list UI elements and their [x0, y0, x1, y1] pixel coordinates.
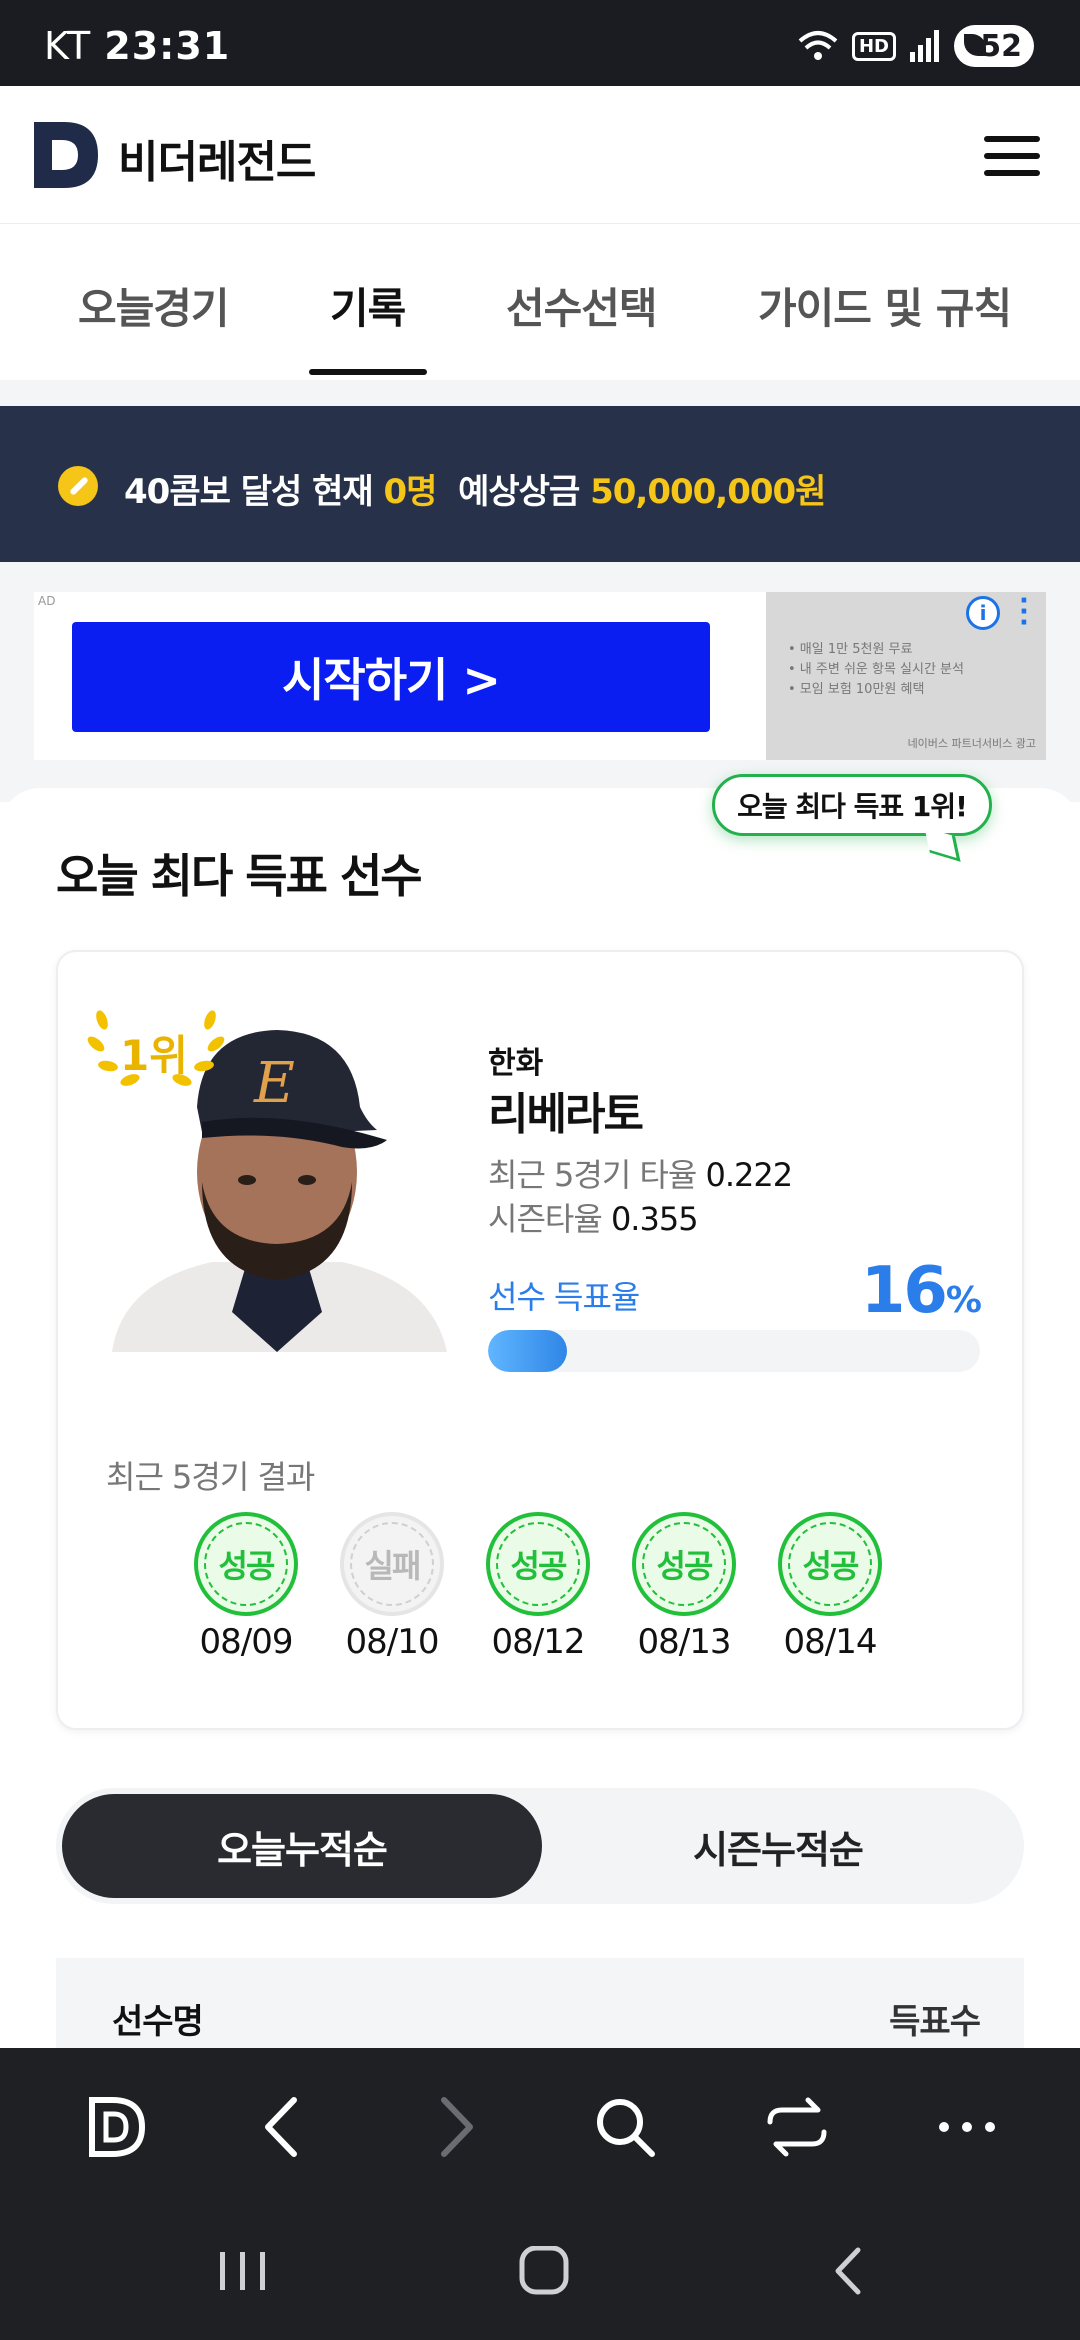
- season-avg-value: 0.355: [610, 1200, 699, 1238]
- prize-amount: 50,000,000원: [590, 472, 826, 512]
- fail-stamp-icon: 실패: [340, 1512, 444, 1616]
- status-icons: HD 52: [798, 24, 1034, 68]
- tab-records[interactable]: 기록: [330, 275, 406, 336]
- game-date: 08/14: [783, 1622, 878, 1662]
- col-player-name: 선수명: [112, 2002, 204, 2042]
- more-icon[interactable]: [932, 2092, 1002, 2162]
- back-chevron-icon[interactable]: [820, 2246, 880, 2296]
- player-team: 한화: [488, 1046, 544, 1081]
- season-avg-row: 시즌타율 0.355: [488, 1194, 699, 1240]
- status-bar: KT 23:31 HD 52: [0, 0, 1080, 86]
- svg-text:E: E: [253, 1051, 295, 1116]
- vote-progress-bar: [488, 1330, 980, 1372]
- logo-icon[interactable]: [34, 122, 98, 188]
- tab-today-games[interactable]: 오늘경기: [78, 275, 230, 336]
- wifi-icon: [798, 31, 838, 60]
- ranking-table-header: 선수명 득표수: [56, 1958, 1024, 2048]
- combo-label: 40콤보 달성 현재: [124, 472, 384, 512]
- status-carrier-time: KT 23:31: [44, 24, 230, 68]
- combo-count: 0명: [383, 472, 438, 512]
- divider: [0, 380, 1080, 406]
- game-result-item: 성공 08/09: [186, 1512, 306, 1662]
- ad-side-line: • 내 주변 쉬운 항목 실시간 분석: [788, 662, 964, 677]
- success-stamp-icon: 성공: [194, 1512, 298, 1616]
- system-nav-bar: [0, 2200, 1080, 2340]
- hamburger-icon[interactable]: [984, 136, 1040, 176]
- tab-guide-rules[interactable]: 가이드 및 규칙: [758, 275, 1012, 336]
- tab-player-select[interactable]: 선수선택: [506, 275, 658, 336]
- search-icon[interactable]: [590, 2092, 660, 2162]
- top-vote-bubble: 오늘 최다 득표 1위!: [712, 774, 992, 836]
- game-date: 08/10: [345, 1622, 440, 1662]
- game-date: 08/09: [199, 1622, 294, 1662]
- vote-pct-number: 16: [860, 1254, 948, 1328]
- recent-avg-row: 최근 5경기 타율 0.222: [488, 1150, 794, 1196]
- coin-icon: [58, 466, 98, 506]
- sort-today-button[interactable]: 오늘누적순: [62, 1794, 542, 1898]
- combo-banner[interactable]: 40콤보 달성 현재 0명 예상상금 50,000,000원: [0, 406, 1080, 562]
- combo-banner-text: 40콤보 달성 현재 0명 예상상금 50,000,000원: [124, 464, 826, 513]
- sort-toggle: 오늘누적순 시즌누적순: [56, 1788, 1024, 1904]
- ad-side-image[interactable]: • 매일 1만 5천원 무료 • 내 주변 쉬운 항목 실시간 분석 • 모임 …: [766, 592, 1046, 760]
- vote-rate-value: 16%: [860, 1254, 982, 1328]
- sort-season-button[interactable]: 시즌누적순: [538, 1794, 1018, 1898]
- forward-icon[interactable]: [420, 2092, 490, 2162]
- ad-tag: AD: [38, 594, 56, 608]
- home-circle-icon[interactable]: [514, 2246, 574, 2296]
- battery-indicator: 52: [954, 25, 1034, 67]
- recent-results-label: 최근 5경기 결과: [106, 1458, 315, 1496]
- brand-name: 비더레전드: [118, 137, 316, 188]
- back-icon[interactable]: [248, 2092, 318, 2162]
- hd-badge: HD: [851, 31, 896, 61]
- game-result-item: 성공 08/14: [770, 1512, 890, 1662]
- signal-icon: [910, 30, 939, 62]
- recent-avg-label: 최근 5경기 타율: [488, 1156, 706, 1194]
- ad-more-icon[interactable]: · · ·: [1018, 588, 1030, 636]
- rank-laurel: 1위: [86, 1002, 226, 1102]
- prize-label: 예상상금: [436, 472, 591, 512]
- carrier: KT: [44, 24, 92, 68]
- clock: 23:31: [104, 24, 231, 68]
- tabs-icon[interactable]: [762, 2092, 832, 2162]
- player-name: 리베라토: [488, 1089, 644, 1140]
- vote-progress-fill: [488, 1330, 567, 1372]
- battery-level: 52: [980, 28, 1022, 64]
- success-stamp-icon: 성공: [632, 1512, 736, 1616]
- ad-banner[interactable]: AD 시작하기 > • 매일 1만 5천원 무료 • 내 주변 쉬운 항목 실시…: [34, 588, 1046, 760]
- browser-toolbar: [0, 2048, 1080, 2200]
- featured-player-card[interactable]: E 1위 한화 리베라토 최근 5경기 타율 0.222 시즌타율 0.355 …: [56, 950, 1024, 1730]
- recent-apps-icon[interactable]: [212, 2246, 272, 2296]
- section-title: 오늘 최다 득표 선수: [56, 849, 423, 903]
- recent-avg-value: 0.222: [705, 1156, 794, 1194]
- success-stamp-icon: 성공: [778, 1512, 882, 1616]
- ad-area: AD 시작하기 > • 매일 1만 5천원 무료 • 내 주변 쉬운 항목 실시…: [0, 562, 1080, 802]
- game-date: 08/13: [637, 1622, 732, 1662]
- tab-bar: 오늘경기 기록 선수선택 가이드 및 규칙: [0, 225, 1080, 380]
- game-date: 08/12: [491, 1622, 586, 1662]
- game-result-item: 실패 08/10: [332, 1512, 452, 1662]
- vote-pct-unit: %: [945, 1280, 982, 1321]
- app-header: 비더레전드: [0, 86, 1080, 224]
- recent-results: 성공 08/09 실패 08/10 성공 08/12 성공 08/13 성공 08/14: [186, 1512, 886, 1672]
- ad-side-line: • 모임 보험 10만원 혜택: [788, 682, 925, 697]
- ad-start-button[interactable]: 시작하기 >: [72, 622, 710, 732]
- success-stamp-icon: 성공: [486, 1512, 590, 1616]
- ad-side-footer: 네이버스 파트너서비스 광고: [907, 737, 1036, 750]
- rank-label: 1위: [120, 1031, 188, 1080]
- home-icon[interactable]: [82, 2092, 152, 2162]
- col-votes: 득표수: [889, 2002, 981, 2042]
- active-tab-indicator: [309, 369, 427, 375]
- ad-info-icon[interactable]: i: [966, 596, 1000, 630]
- game-result-item: 성공 08/13: [624, 1512, 744, 1662]
- vote-rate-label: 선수 득표율: [488, 1278, 640, 1316]
- ad-side-line: • 매일 1만 5천원 무료: [788, 642, 913, 657]
- season-avg-label: 시즌타율: [488, 1200, 611, 1238]
- game-result-item: 성공 08/12: [478, 1512, 598, 1662]
